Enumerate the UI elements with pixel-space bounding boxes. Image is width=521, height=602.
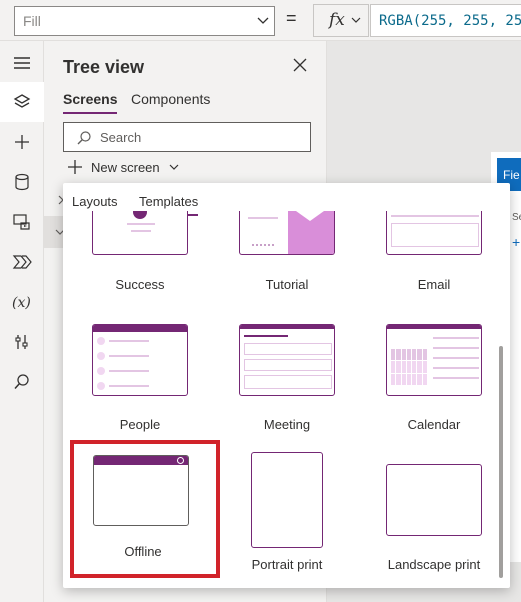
new-screen-button[interactable]: New screen — [67, 159, 180, 175]
tools-icon — [15, 335, 28, 349]
media-button[interactable] — [0, 202, 44, 242]
hamburger-menu-button[interactable] — [0, 43, 44, 83]
template-calendar-label: Calendar — [407, 417, 461, 432]
equals-sign: = — [286, 8, 297, 28]
tab-components[interactable]: Components — [131, 91, 210, 112]
plus-icon — [68, 160, 82, 174]
template-portrait-print-thumb[interactable] — [251, 452, 323, 548]
template-people-label: People — [119, 417, 161, 432]
power-automate-button[interactable] — [0, 242, 44, 282]
tree-view-button[interactable] — [0, 82, 44, 122]
fx-button[interactable]: fx — [313, 4, 369, 37]
formula-input[interactable]: RGBA(255, 255, 255 — [370, 4, 521, 37]
search-placeholder: Search — [100, 130, 142, 145]
advanced-tools-button[interactable] — [0, 322, 44, 362]
template-tutorial-label: Tutorial — [265, 277, 309, 292]
template-landscape-print-thumb[interactable] — [386, 464, 482, 536]
close-icon[interactable] — [292, 57, 308, 73]
search-button[interactable] — [0, 362, 44, 402]
template-email-label: Email — [417, 277, 451, 292]
new-screen-label: New screen — [91, 159, 160, 175]
data-button[interactable] — [0, 162, 44, 202]
chevron-down-icon — [257, 17, 269, 24]
template-meeting-label: Meeting — [263, 417, 311, 432]
property-value: Fill — [23, 13, 41, 29]
new-screen-menu: Layouts Templates Success Tutorial Email… — [63, 183, 510, 588]
formula-bar: Fill = fx RGBA(255, 255, 255 — [0, 0, 521, 41]
layers-icon — [13, 94, 31, 108]
svg-text:(x): (x) — [12, 295, 31, 311]
template-success-thumb[interactable] — [92, 211, 188, 255]
tree-view-title: Tree view — [63, 57, 145, 77]
search-input[interactable]: Search — [63, 122, 311, 152]
chevron-down-icon — [169, 164, 179, 170]
chevron-down-icon — [351, 17, 361, 23]
template-portrait-print-label: Portrait print — [251, 557, 323, 572]
fx-label: fx — [329, 10, 345, 30]
flow-icon — [12, 255, 32, 269]
left-rail: (x) — [0, 41, 44, 602]
template-people-thumb[interactable] — [92, 324, 188, 396]
menu-icon — [14, 57, 30, 69]
variables-button[interactable]: (x) — [0, 282, 44, 322]
database-icon — [15, 173, 29, 191]
template-success-label: Success — [115, 277, 165, 292]
variables-icon: (x) — [12, 295, 31, 311]
template-landscape-print-label: Landscape print — [387, 557, 481, 572]
canvas-label: Se — [512, 212, 521, 223]
scrollbar-thumb[interactable] — [499, 346, 503, 578]
plus-icon — [15, 135, 29, 149]
search-icon — [77, 131, 91, 145]
search-icon — [14, 374, 29, 390]
template-calendar-thumb[interactable] — [386, 324, 482, 396]
insert-button[interactable] — [0, 122, 44, 162]
canvas-plus-icon: + — [512, 234, 521, 250]
offline-highlight — [70, 440, 220, 578]
tab-screens[interactable]: Screens — [63, 91, 118, 114]
media-icon — [13, 214, 30, 230]
template-email-thumb[interactable] — [386, 211, 482, 255]
property-dropdown[interactable]: Fill — [14, 6, 275, 36]
template-meeting-thumb[interactable] — [239, 324, 335, 396]
template-tutorial-thumb[interactable] — [239, 211, 335, 255]
